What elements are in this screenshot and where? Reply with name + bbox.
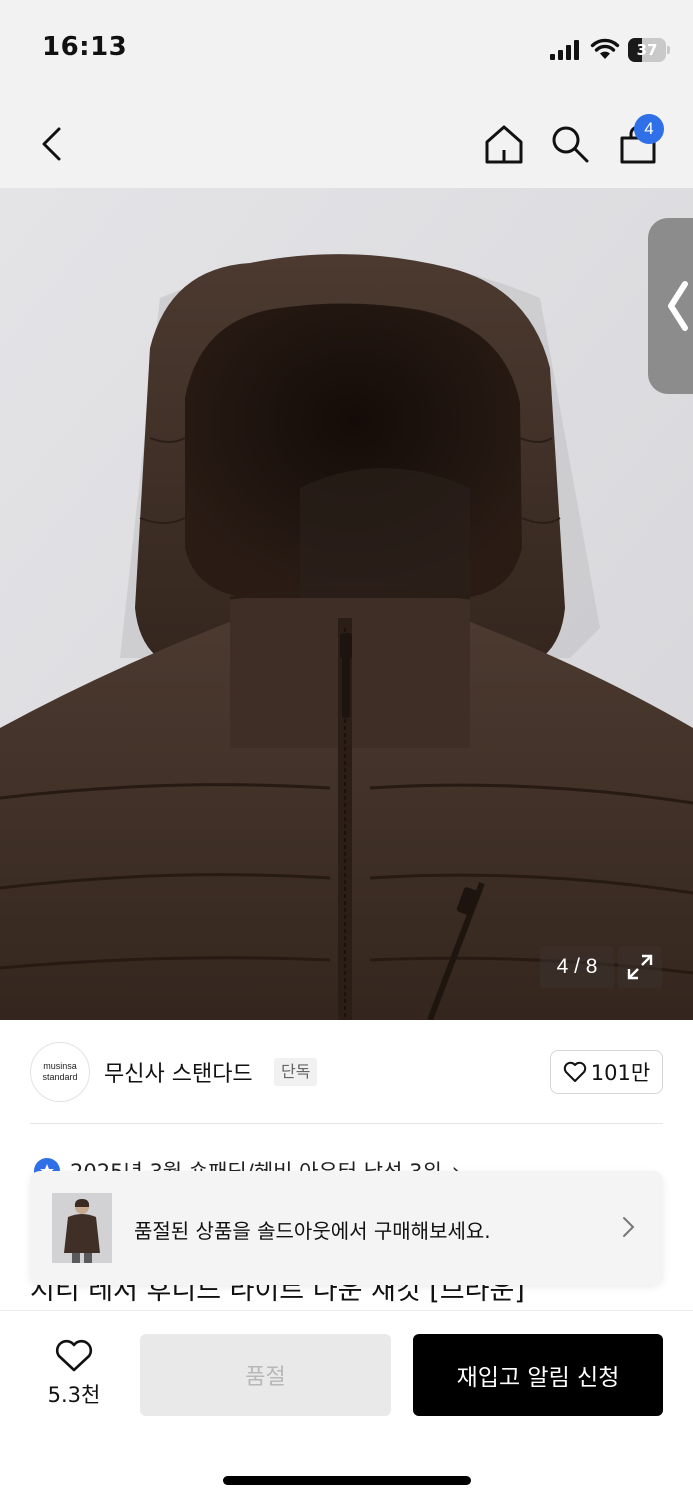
chevron-left-icon — [42, 127, 61, 161]
jacket-photo — [0, 188, 693, 1020]
heart-icon — [55, 1339, 93, 1372]
cellular-signal-icon — [550, 40, 579, 60]
wishlist-count: 5.3천 — [47, 1383, 101, 1407]
chevron-left-icon — [668, 281, 688, 331]
brand-logo-line2: standard — [42, 1072, 78, 1082]
status-time: 16:13 — [42, 32, 128, 62]
side-drawer-tab[interactable] — [648, 218, 693, 394]
search-button[interactable] — [542, 116, 598, 172]
brand-logo-line1: musinsa — [43, 1061, 77, 1071]
home-icon — [485, 125, 523, 164]
wishlist-button[interactable]: 5.3천 — [28, 1339, 120, 1415]
brand-like-count: 101만 — [590, 1061, 651, 1085]
product-title: 시티 레저 후디드 라이트 다운 재킷 [브라운] — [30, 1282, 525, 1306]
product-title-row: 시티 레저 후디드 라이트 다운 재킷 [브라운] — [30, 1282, 670, 1306]
back-button[interactable] — [24, 116, 80, 172]
exclusive-tag: 단독 — [274, 1058, 318, 1086]
brand-logo[interactable]: musinsa standard — [30, 1042, 90, 1102]
brand-like-button[interactable]: 101만 — [550, 1050, 663, 1094]
brand-row: musinsa standard 무신사 스탠다드 단독 101만 — [0, 1020, 693, 1124]
battery-level: 37 — [636, 41, 658, 59]
restock-alert-button[interactable]: 재입고 알림 신청 — [413, 1334, 663, 1416]
home-indicator — [223, 1476, 471, 1485]
home-button[interactable] — [476, 116, 532, 172]
brand-name[interactable]: 무신사 스탠다드 — [104, 1056, 253, 1088]
cart-count-badge: 4 — [634, 114, 664, 144]
battery-body: 37 — [628, 38, 666, 62]
search-icon — [552, 126, 589, 163]
toast-message: 품절된 상품을 솔드아웃에서 구매해보세요. — [134, 1219, 491, 1243]
wifi-icon — [590, 38, 620, 59]
battery-icon: 37 — [628, 38, 670, 62]
heart-icon — [563, 1061, 586, 1082]
product-image[interactable] — [0, 188, 693, 1020]
bottom-action-bar: 5.3천 품절 재입고 알림 신청 — [0, 1310, 693, 1500]
top-navigation — [0, 100, 693, 188]
divider — [30, 1123, 663, 1124]
toast-product-thumbnail — [52, 1193, 112, 1263]
soldout-button: 품절 — [140, 1334, 391, 1416]
chevron-right-icon — [623, 1217, 635, 1237]
battery-cap — [667, 46, 670, 54]
status-bar: 16:13 37 — [0, 0, 693, 100]
expand-image-button[interactable] — [618, 946, 662, 988]
expand-icon — [627, 954, 653, 980]
image-counter: 4 / 8 — [540, 946, 614, 988]
soldout-promo-banner[interactable]: 품절된 상품을 솔드아웃에서 구매해보세요. — [30, 1171, 663, 1285]
